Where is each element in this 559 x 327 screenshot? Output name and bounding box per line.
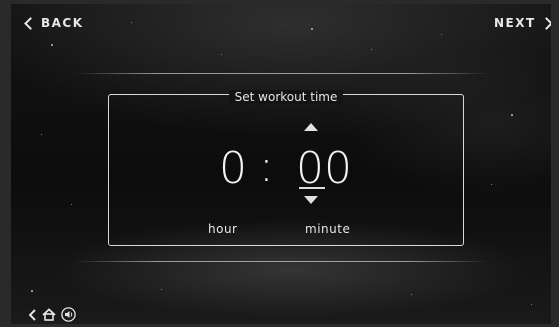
workout-screen: BACK NEXT Set workout time 0 : 00 hour m…	[11, 4, 551, 324]
star	[411, 294, 412, 295]
star	[71, 204, 72, 205]
next-button[interactable]: NEXT	[494, 16, 551, 30]
panel-title: Set workout time	[109, 86, 463, 105]
system-bar	[29, 307, 76, 322]
hour-value[interactable]: 0	[219, 147, 247, 191]
star	[371, 49, 372, 50]
star	[491, 184, 492, 185]
panel-title-text: Set workout time	[228, 90, 344, 104]
home-icon[interactable]	[42, 308, 56, 321]
star	[161, 289, 162, 290]
star	[31, 290, 33, 292]
star	[531, 304, 532, 305]
chevron-left-icon	[24, 16, 37, 30]
star	[441, 34, 442, 35]
workout-time-panel: Set workout time 0 : 00 hour minute	[108, 90, 464, 246]
next-label: NEXT	[494, 16, 536, 30]
back-arrow-icon[interactable]	[29, 308, 37, 321]
divider-bottom	[75, 261, 489, 262]
hour-label: hour	[208, 222, 238, 236]
back-label: BACK	[41, 16, 84, 30]
star	[51, 44, 53, 46]
star	[131, 22, 132, 23]
back-button[interactable]: BACK	[24, 16, 84, 30]
star	[41, 134, 42, 135]
time-separator: :	[259, 141, 274, 192]
minute-increment-button[interactable]	[304, 123, 318, 131]
divider-top	[75, 73, 489, 74]
volume-icon[interactable]	[61, 307, 76, 322]
star	[311, 28, 313, 30]
star	[511, 114, 513, 116]
minute-label: minute	[305, 222, 351, 236]
chevron-right-icon	[539, 16, 551, 30]
minute-decrement-button[interactable]	[304, 196, 318, 204]
minute-value[interactable]: 00	[296, 147, 352, 191]
minute-selection-underline	[299, 187, 325, 189]
star	[221, 54, 222, 55]
